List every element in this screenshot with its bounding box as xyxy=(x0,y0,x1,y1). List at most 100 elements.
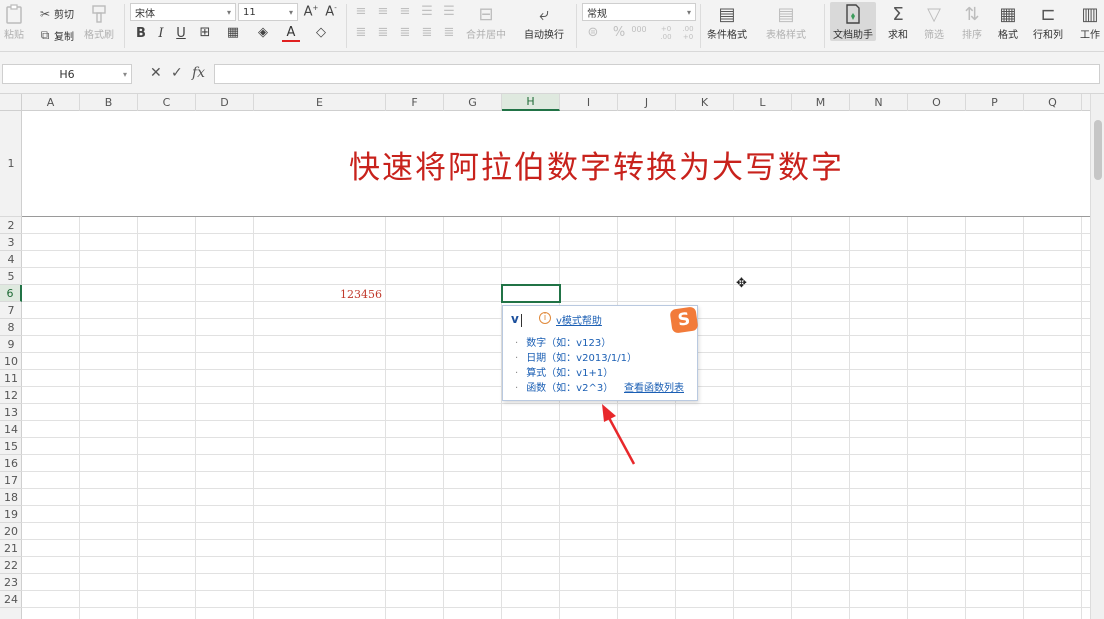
row-header-8[interactable]: 8 xyxy=(0,319,22,336)
currency-icon[interactable]: ⊜ xyxy=(584,25,602,40)
row-header-3[interactable]: 3 xyxy=(0,234,22,251)
column-header-n[interactable]: N xyxy=(850,94,908,111)
column-header-d[interactable]: D xyxy=(196,94,254,111)
font-name-select[interactable]: 宋体 ▾ xyxy=(130,3,236,21)
fx-icon[interactable]: fx xyxy=(192,65,205,81)
column-header-b[interactable]: B xyxy=(80,94,138,111)
border-icon[interactable]: ⊞ xyxy=(196,25,214,40)
cut-button[interactable]: ✂ 剪切 xyxy=(38,6,74,22)
row-header-23[interactable]: 23 xyxy=(0,574,22,591)
doc-assistant-button[interactable]: 文档助手 xyxy=(830,2,876,41)
number-format-select[interactable]: 常规 ▾ xyxy=(582,3,696,21)
column-header-m[interactable]: M xyxy=(792,94,850,111)
selected-cell-h6[interactable] xyxy=(501,284,561,303)
align-top-icon[interactable]: ≡ xyxy=(352,4,370,19)
format-button[interactable]: ▦ 格式 xyxy=(996,2,1020,42)
cell-fill-icon[interactable]: ▦ xyxy=(224,25,242,40)
confirm-icon[interactable]: ✓ xyxy=(171,65,183,81)
row-header-6[interactable]: 6 xyxy=(0,285,22,302)
outdent-icon[interactable]: ☰ xyxy=(440,4,458,19)
column-header-g[interactable]: G xyxy=(444,94,502,111)
worksheet-button[interactable]: ▥ 工作 xyxy=(1078,2,1102,42)
row-header-22[interactable]: 22 xyxy=(0,557,22,574)
filter-button[interactable]: ▽ 筛选 xyxy=(922,2,946,42)
justify-icon[interactable]: ≣ xyxy=(418,25,436,40)
column-header-o[interactable]: O xyxy=(908,94,966,111)
clear-icon[interactable]: ◇ xyxy=(312,25,330,40)
row-header-16[interactable]: 16 xyxy=(0,455,22,472)
ime-item[interactable]: · 日期（如：v2013/1/1） xyxy=(515,349,637,364)
row-header-24[interactable]: 24 xyxy=(0,591,22,608)
row-header-15[interactable]: 15 xyxy=(0,438,22,455)
indent-icon[interactable]: ☰ xyxy=(418,4,436,19)
column-header-j[interactable]: J xyxy=(618,94,676,111)
column-header-p[interactable]: P xyxy=(966,94,1024,111)
copy-button[interactable]: ⧉ 复制 xyxy=(38,28,74,43)
row-header-2[interactable]: 2 xyxy=(0,217,22,234)
column-header-a[interactable]: A xyxy=(22,94,80,111)
align-right-icon[interactable]: ≣ xyxy=(396,25,414,40)
row-header-10[interactable]: 10 xyxy=(0,353,22,370)
increase-decimal-button[interactable]: +0 .00 xyxy=(656,25,676,41)
cancel-icon[interactable]: ✕ xyxy=(150,65,162,81)
sum-button[interactable]: Σ 求和 xyxy=(886,2,910,42)
underline-button[interactable]: U xyxy=(172,26,190,41)
merge-center-button[interactable]: ⊟ 合并居中 xyxy=(466,2,506,42)
italic-button[interactable]: I xyxy=(152,26,170,41)
sort-button[interactable]: ⇅ 排序 xyxy=(960,2,984,42)
align-bottom-icon[interactable]: ≡ xyxy=(396,4,414,19)
vertical-scrollbar[interactable] xyxy=(1090,94,1104,619)
paste-button[interactable]: 粘贴 xyxy=(2,2,26,41)
row-header-11[interactable]: 11 xyxy=(0,370,22,387)
v-mode-help-link[interactable]: v模式帮助 xyxy=(556,312,602,327)
format-painter-button[interactable]: 格式刷 xyxy=(84,2,114,41)
increase-font-icon[interactable]: A+ xyxy=(302,4,320,19)
decrease-font-icon[interactable]: A- xyxy=(322,4,340,19)
scrollbar-thumb[interactable] xyxy=(1094,120,1102,180)
row-header-5[interactable]: 5 xyxy=(0,268,22,285)
row-header-21[interactable]: 21 xyxy=(0,540,22,557)
decrease-decimal-button[interactable]: .00 +0 xyxy=(678,25,698,41)
name-box[interactable]: H6 ▾ xyxy=(2,64,132,84)
column-header-q[interactable]: Q xyxy=(1024,94,1082,111)
row-header-19[interactable]: 19 xyxy=(0,506,22,523)
row-header-9[interactable]: 9 xyxy=(0,336,22,353)
row-header-20[interactable]: 20 xyxy=(0,523,22,540)
table-style-button[interactable]: ▤ 表格样式 xyxy=(766,2,806,42)
row-header-1[interactable]: 1 xyxy=(0,111,22,217)
align-center-icon[interactable]: ≣ xyxy=(374,25,392,40)
fill-color-icon[interactable]: ◈ xyxy=(254,25,272,40)
conditional-format-button[interactable]: ▤ 条件格式 xyxy=(707,2,747,42)
align-left-icon[interactable]: ≣ xyxy=(352,25,370,40)
align-middle-icon[interactable]: ≡ xyxy=(374,4,392,19)
cell-e6[interactable]: 123456 xyxy=(340,288,382,301)
row-header-13[interactable]: 13 xyxy=(0,404,22,421)
ime-item[interactable]: · 函数（如：v2^3） xyxy=(515,379,613,394)
column-header-e[interactable]: E xyxy=(254,94,386,111)
ime-item[interactable]: · 算式（如：v1+1） xyxy=(515,364,613,379)
column-header-f[interactable]: F xyxy=(386,94,444,111)
row-header-7[interactable]: 7 xyxy=(0,302,22,319)
column-header-k[interactable]: K xyxy=(676,94,734,111)
column-header-c[interactable]: C xyxy=(138,94,196,111)
formula-input[interactable] xyxy=(214,64,1100,84)
row-header-17[interactable]: 17 xyxy=(0,472,22,489)
rows-cols-button[interactable]: ⊏ 行和列 xyxy=(1033,2,1063,42)
column-header-h[interactable]: H xyxy=(502,94,560,111)
function-list-link[interactable]: 查看函数列表 xyxy=(624,379,684,394)
font-color-icon[interactable]: A xyxy=(282,25,300,42)
distribute-icon[interactable]: ≣ xyxy=(440,25,458,40)
row-header-4[interactable]: 4 xyxy=(0,251,22,268)
select-all-corner[interactable] xyxy=(0,94,22,111)
wrap-text-button[interactable]: ⤶ 自动换行 xyxy=(524,2,564,42)
percent-button[interactable]: % xyxy=(610,25,628,40)
column-header-l[interactable]: L xyxy=(734,94,792,111)
row-header-18[interactable]: 18 xyxy=(0,489,22,506)
column-header-i[interactable]: I xyxy=(560,94,618,111)
row-header-14[interactable]: 14 xyxy=(0,421,22,438)
row-header-12[interactable]: 12 xyxy=(0,387,22,404)
ime-item[interactable]: · 数字（如：v123） xyxy=(515,334,611,349)
thousands-button[interactable]: 000 xyxy=(630,25,648,34)
bold-button[interactable]: B xyxy=(132,26,150,41)
font-size-select[interactable]: 11 ▾ xyxy=(238,3,298,21)
